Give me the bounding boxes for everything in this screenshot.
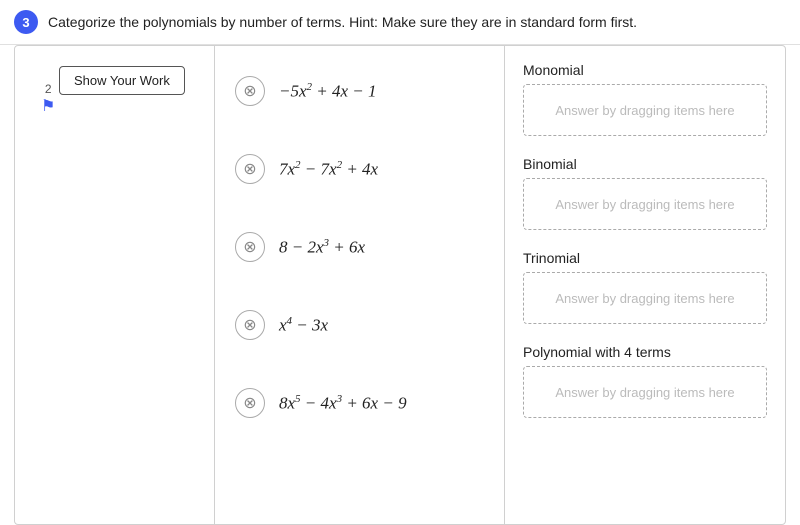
middle-panel: ⊗ −5x2 + 4x − 1 ⊗ 7x2 − 7x2 + 4x ⊗ 8 − 2… xyxy=(215,46,505,524)
drag-handle-4[interactable]: ⊗ xyxy=(235,310,265,340)
category-monomial: Monomial Answer by dragging items here xyxy=(523,62,767,136)
right-panel: Monomial Answer by dragging items here B… xyxy=(505,46,785,524)
page-number: 2 xyxy=(45,82,52,96)
category-label-trinomial: Trinomial xyxy=(523,250,767,266)
drop-zone-monomial[interactable]: Answer by dragging items here xyxy=(523,84,767,136)
drag-handle-2[interactable]: ⊗ xyxy=(235,154,265,184)
expression-row-2: ⊗ 7x2 − 7x2 + 4x xyxy=(235,154,484,184)
drop-zone-monomial-text: Answer by dragging items here xyxy=(555,103,734,118)
category-binomial: Binomial Answer by dragging items here xyxy=(523,156,767,230)
expression-row-3: ⊗ 8 − 2x3 + 6x xyxy=(235,232,484,262)
math-expr-2: 7x2 − 7x2 + 4x xyxy=(279,159,378,180)
expression-row-5: ⊗ 8x5 − 4x3 + 6x − 9 xyxy=(235,388,484,418)
main-content: 2 ⚑ Show Your Work ⊗ −5x2 + 4x − 1 ⊗ 7x2… xyxy=(14,45,786,525)
category-label-polynomial4: Polynomial with 4 terms xyxy=(523,344,767,360)
drop-zone-polynomial4[interactable]: Answer by dragging items here xyxy=(523,366,767,418)
math-expr-5: 8x5 − 4x3 + 6x − 9 xyxy=(279,393,407,414)
drop-zone-polynomial4-text: Answer by dragging items here xyxy=(555,385,734,400)
category-label-monomial: Monomial xyxy=(523,62,767,78)
bookmark-icon: ⚑ xyxy=(41,96,55,116)
drag-handle-3[interactable]: ⊗ xyxy=(235,232,265,262)
expression-row-4: ⊗ x4 − 3x xyxy=(235,310,484,340)
category-label-binomial: Binomial xyxy=(523,156,767,172)
drop-zone-binomial[interactable]: Answer by dragging items here xyxy=(523,178,767,230)
category-trinomial: Trinomial Answer by dragging items here xyxy=(523,250,767,324)
question-text: Categorize the polynomials by number of … xyxy=(48,14,637,30)
math-expr-1: −5x2 + 4x − 1 xyxy=(279,81,377,102)
question-number-badge: 3 xyxy=(14,10,38,34)
page-indicator: 2 ⚑ xyxy=(41,82,55,116)
drop-zone-trinomial[interactable]: Answer by dragging items here xyxy=(523,272,767,324)
header-bar: 3 Categorize the polynomials by number o… xyxy=(0,0,800,45)
math-expr-3: 8 − 2x3 + 6x xyxy=(279,237,365,258)
drop-zone-trinomial-text: Answer by dragging items here xyxy=(555,291,734,306)
drop-zone-binomial-text: Answer by dragging items here xyxy=(555,197,734,212)
math-expr-4: x4 − 3x xyxy=(279,315,328,336)
category-polynomial4: Polynomial with 4 terms Answer by draggi… xyxy=(523,344,767,418)
expression-row-1: ⊗ −5x2 + 4x − 1 xyxy=(235,76,484,106)
drag-handle-1[interactable]: ⊗ xyxy=(235,76,265,106)
drag-handle-5[interactable]: ⊗ xyxy=(235,388,265,418)
left-panel: 2 ⚑ Show Your Work xyxy=(15,46,215,524)
show-work-button[interactable]: Show Your Work xyxy=(59,66,185,95)
